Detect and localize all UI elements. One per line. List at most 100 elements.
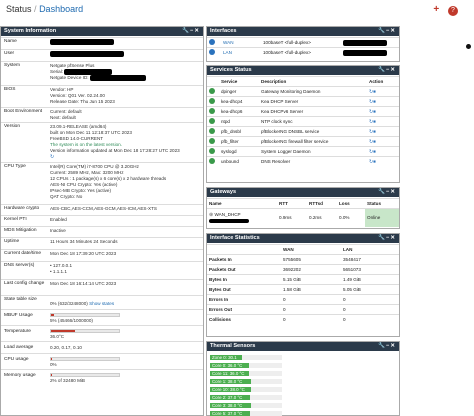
memory-bar-fill xyxy=(51,374,53,376)
panel-title: Thermal Sensors xyxy=(210,343,256,349)
wrench-icon[interactable]: 🔧 xyxy=(378,235,386,241)
wrench-icon[interactable]: 🔧 xyxy=(378,189,386,195)
bios-date: Release Date: Thu Jun 15 2023 xyxy=(50,99,115,104)
stop-icon[interactable]: ⏹ xyxy=(373,159,376,165)
row-value: 0% (632/3248000) Show states xyxy=(50,301,114,307)
table-row: Errors In 0 0 xyxy=(207,294,399,305)
service-name: kea-dhcp4 xyxy=(219,96,259,107)
version-freebsd: FreeBSD 14.0-CURRENT xyxy=(50,136,104,141)
stat-label: Collisions xyxy=(207,314,281,325)
row-last-config: Last config change Mon Dec 18 16:14:14 U… xyxy=(1,279,203,295)
wrench-icon[interactable]: 🔧 xyxy=(378,67,386,73)
wrench-icon[interactable]: 🔧 xyxy=(378,28,386,34)
stop-icon[interactable]: ⏹ xyxy=(373,109,376,115)
table-row: Collisions 0 0 xyxy=(207,314,399,325)
row-key: MDS Mitigation xyxy=(4,228,37,233)
row-key: User xyxy=(4,51,15,56)
row-value: 0.20, 0.17, 0.10 xyxy=(50,345,82,350)
stop-icon[interactable]: ⏹ xyxy=(373,149,376,155)
close-icon[interactable]: ✕ xyxy=(194,28,200,34)
row-datetime: Current date/time Mon Dec 18 17:39:20 UT… xyxy=(1,249,203,261)
cpu-ipsec: IPsec-MB Crypto: Yes (active) xyxy=(50,188,112,193)
stop-icon[interactable]: ⏹ xyxy=(373,129,376,135)
breadcrumb-current[interactable]: Dashboard xyxy=(39,4,83,14)
interface-name[interactable]: WAN xyxy=(223,40,234,45)
boot-current: Current: default xyxy=(50,109,82,114)
row-key: Version xyxy=(4,124,20,129)
interfaces-table: WAN 100baseT <full-duplex> LAN 100baseT … xyxy=(207,37,399,58)
close-icon[interactable]: ✕ xyxy=(390,189,396,195)
wrench-icon[interactable]: 🔧 xyxy=(182,28,190,34)
service-running-icon xyxy=(209,88,215,94)
row-cpu-usage: CPU usage 0% xyxy=(1,353,203,369)
stat-lan: 0 xyxy=(341,314,399,325)
close-icon[interactable]: ✕ xyxy=(390,28,396,34)
stat-wan: 0 xyxy=(281,314,341,325)
row-system: System Netgate pfSense Plus Serial: Netg… xyxy=(1,61,203,85)
wrench-icon[interactable]: 🔧 xyxy=(378,343,386,349)
row-key: Name xyxy=(4,39,17,44)
interface-statistics-panel: Interface Statistics 🔧−✕ WAN LAN Packets… xyxy=(206,233,400,337)
row-load: Load average 0.20, 0.17, 0.10 xyxy=(1,341,203,353)
close-icon[interactable]: ✕ xyxy=(390,343,396,349)
gateway-default-icon: ⊛ xyxy=(209,212,214,219)
cpu-usage-bar-fill xyxy=(51,358,52,360)
service-desc: DNS Resolver xyxy=(259,156,367,167)
close-icon[interactable]: ✕ xyxy=(390,67,396,73)
stop-icon[interactable]: ⏹ xyxy=(373,89,376,95)
column-header: WAN xyxy=(281,244,341,255)
stop-icon[interactable]: ⏹ xyxy=(373,119,376,125)
table-row: Packets Out 3692202 5651073 xyxy=(207,264,399,275)
stat-label: Bytes Out xyxy=(207,284,281,295)
breadcrumb-root[interactable]: Status xyxy=(6,4,32,14)
refresh-icon[interactable]: ↻ xyxy=(50,154,54,160)
stop-icon[interactable]: ⏹ xyxy=(373,99,376,105)
dns-server-1: 127.0.0.1 xyxy=(52,263,73,268)
panel-title: System Information xyxy=(4,28,57,34)
stat-wan: 5755605 xyxy=(281,254,341,265)
service-running-icon xyxy=(209,108,215,114)
close-icon[interactable]: ✕ xyxy=(390,235,396,241)
row-bios: BIOS Vendor: HP Version: Q01 Ver. 02.24.… xyxy=(1,85,203,107)
service-desc: Kea DHCPv6 Server xyxy=(259,106,367,117)
column-header: Service xyxy=(219,76,259,87)
row-value: 36.0°C xyxy=(50,334,65,339)
cpu-freq: Current: 2589 MHz, Max: 3200 MHz xyxy=(50,170,124,175)
stat-wan: 5.15 GiB xyxy=(281,274,341,285)
gateway-name: WAN_DHCP xyxy=(214,212,241,218)
stat-wan: 0 xyxy=(281,294,341,305)
table-row: Bytes Out 1.58 GiB 5.05 GiB xyxy=(207,284,399,295)
row-mbuf: MBUF Usage 5% (45466/1000000) xyxy=(1,309,203,325)
row-key: Current date/time xyxy=(4,251,42,256)
column-header xyxy=(207,244,281,255)
row-value: Mon Dec 18 16:14:14 UTC 2023 xyxy=(50,281,117,286)
service-desc: Gateway Monitoring Daemon xyxy=(259,86,367,97)
row-value: Netgate pfSense Plus Serial: Netgate Dev… xyxy=(50,63,146,82)
help-icon[interactable]: ? xyxy=(448,6,458,16)
row-cpu-type: CPU Type Intel(R) Core(TM) i7-8700 CPU @… xyxy=(1,162,203,204)
service-running-icon xyxy=(209,158,215,165)
table-row: syslogd System Logger Daemon ↻⏹ xyxy=(207,146,399,157)
panel-header: Services Status 🔧−✕ xyxy=(207,66,399,75)
service-desc: pfBlockerNG DNSBL service xyxy=(259,126,367,137)
sensor-bar: Core 0: 36.0 °C xyxy=(210,363,249,368)
row-uptime: Uptime 11 Hours 34 Minutes 24 Seconds xyxy=(1,237,203,249)
column-header: RTT xyxy=(277,198,307,209)
row-key: CPU Type xyxy=(4,164,26,169)
show-states-link[interactable]: Show states xyxy=(89,301,114,306)
cpu-model: Intel(R) Core(TM) i7-8700 CPU @ 3.20GHz xyxy=(50,164,139,169)
row-key: State table size xyxy=(4,297,37,302)
add-widget-icon[interactable]: + xyxy=(433,4,439,15)
row-key: Hardware crypto xyxy=(4,206,40,211)
row-key: Load average xyxy=(4,345,34,350)
breadcrumb-separator: / xyxy=(34,4,37,14)
stat-wan: 1.58 GiB xyxy=(281,284,341,295)
stat-wan: 3692202 xyxy=(281,264,341,275)
system-information-panel: System Information 🔧−✕ Name User System … xyxy=(0,26,204,416)
interface-name[interactable]: LAN xyxy=(223,50,232,55)
column-header: RTTsd xyxy=(307,198,337,209)
cpu-cores: 12 CPUs : 1 package(s) x 6 core(s) x 2 h… xyxy=(50,176,167,181)
row-version: Version 23.09.1-RELEASE (amd64) built on… xyxy=(1,122,203,162)
stat-label: Packets In xyxy=(207,254,281,265)
stop-icon[interactable]: ⏹ xyxy=(373,139,376,145)
